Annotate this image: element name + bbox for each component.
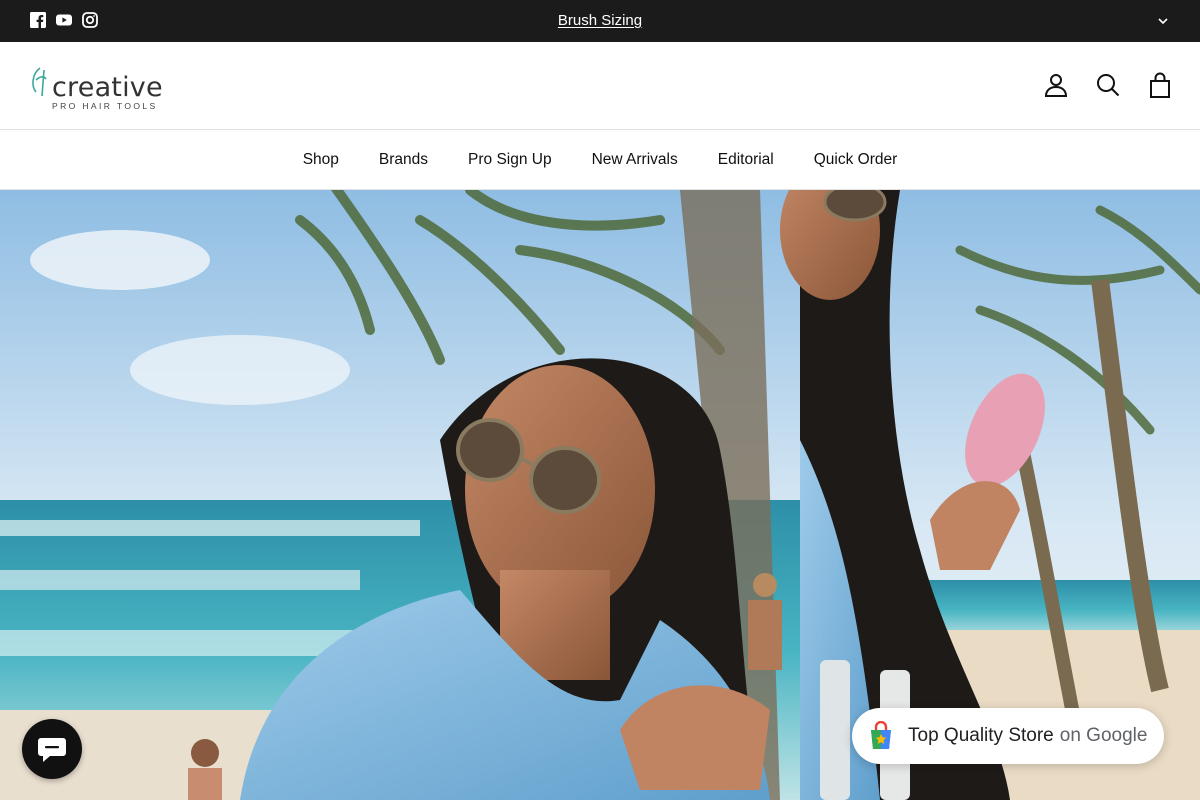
logo-text: creative bbox=[52, 72, 163, 103]
chat-button[interactable] bbox=[22, 719, 82, 779]
announcement-link[interactable]: Brush Sizing bbox=[558, 12, 642, 29]
cart-icon[interactable] bbox=[1148, 72, 1172, 98]
nav-item-shop[interactable]: Shop bbox=[303, 151, 339, 169]
google-shopping-icon bbox=[871, 721, 891, 749]
nav-item-pro-sign-up[interactable]: Pro Sign Up bbox=[468, 151, 552, 169]
chat-bubble-icon bbox=[38, 738, 66, 762]
header-icons bbox=[1044, 72, 1172, 98]
announcement: Brush Sizing bbox=[0, 12, 1200, 29]
nav-item-brands[interactable]: Brands bbox=[379, 151, 428, 169]
chevron-down-icon[interactable] bbox=[1156, 14, 1170, 28]
nav-item-editorial[interactable]: Editorial bbox=[718, 151, 774, 169]
badge-suffix: on Google bbox=[1059, 725, 1148, 746]
logo-tagline: PRO HAIR TOOLS bbox=[52, 101, 158, 111]
site-header: creative PRO HAIR TOOLS bbox=[0, 42, 1200, 130]
search-icon[interactable] bbox=[1096, 72, 1120, 98]
main-nav: Shop Brands Pro Sign Up New Arrivals Edi… bbox=[0, 130, 1200, 190]
account-icon[interactable] bbox=[1044, 72, 1068, 98]
badge-label: Top Quality Store bbox=[908, 725, 1054, 746]
logo[interactable]: creative PRO HAIR TOOLS bbox=[30, 64, 163, 111]
nav-item-new-arrivals[interactable]: New Arrivals bbox=[592, 151, 678, 169]
nav-item-quick-order[interactable]: Quick Order bbox=[814, 151, 898, 169]
announcement-bar: Brush Sizing bbox=[0, 0, 1200, 42]
google-quality-badge[interactable]: Top Quality Store on Google bbox=[852, 708, 1164, 764]
